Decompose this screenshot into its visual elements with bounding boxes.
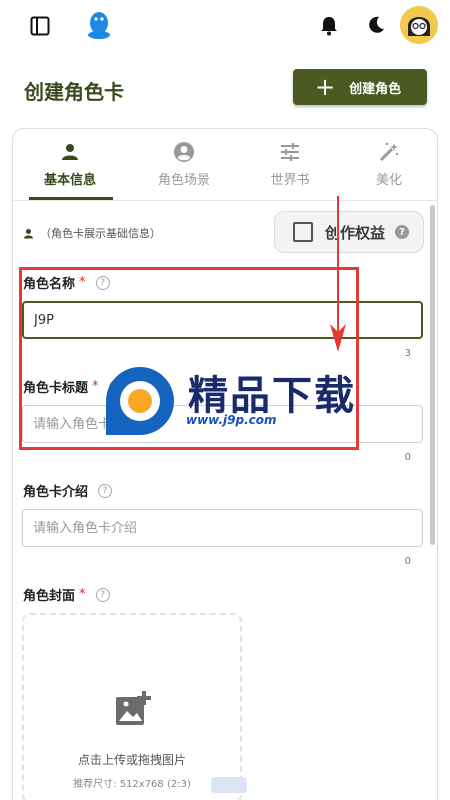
- required-mark: *: [79, 275, 86, 290]
- tab-character-scene[interactable]: 角色场景: [144, 141, 224, 188]
- create-button-label: 创建角色: [349, 81, 402, 97]
- section-hint-text: （角色卡展示基础信息）: [40, 227, 161, 240]
- tab-basic-info[interactable]: 基本信息: [30, 141, 110, 188]
- required-mark: *: [79, 587, 86, 602]
- intro-input[interactable]: [22, 509, 423, 547]
- tune-icon: [281, 143, 299, 161]
- floating-badge[interactable]: [211, 777, 247, 793]
- help-icon[interactable]: ?: [95, 587, 110, 602]
- label-text: 角色卡介绍: [23, 485, 89, 500]
- top-bar: [0, 0, 450, 52]
- checkbox[interactable]: [293, 222, 313, 242]
- name-input[interactable]: [22, 301, 423, 339]
- upload-size-hint: 推荐尺寸: 512x768 (2:3): [73, 779, 191, 790]
- tab-label: 角色场景: [157, 173, 210, 188]
- cover-upload-dropzone[interactable]: 点击上传或拖拽图片 推荐尺寸: 512x768 (2:3): [22, 613, 247, 800]
- required-mark: *: [92, 379, 99, 394]
- name-field-label: 角色名称 * ?: [23, 273, 110, 292]
- section-hint: （角色卡展示基础信息）: [23, 225, 161, 241]
- help-icon[interactable]: ?: [95, 275, 110, 290]
- title-input[interactable]: [22, 405, 423, 443]
- person-icon: [62, 144, 78, 160]
- label-text: 角色封面: [23, 589, 76, 604]
- avatar[interactable]: [400, 6, 438, 44]
- tab-label: 美化: [375, 173, 402, 188]
- title-char-counter: 0: [404, 452, 411, 463]
- intro-field-label: 角色卡介绍 ?: [23, 481, 113, 500]
- tab-bar: 基本信息 角色场景 世界书 美化: [13, 129, 437, 201]
- help-icon[interactable]: ?: [98, 483, 113, 498]
- tab-label: 世界书: [270, 173, 310, 188]
- tab-beautify[interactable]: 美化: [349, 141, 429, 188]
- tab-world-book[interactable]: 世界书: [250, 141, 330, 188]
- creator-rights-toggle[interactable]: 创作权益 ?: [274, 211, 424, 253]
- bell-icon[interactable]: [318, 14, 340, 36]
- account-circle-icon: [174, 142, 194, 162]
- sidebar-toggle-icon[interactable]: [29, 15, 51, 37]
- scrollbar-thumb[interactable]: [430, 205, 435, 545]
- tab-label: 基本信息: [43, 173, 96, 188]
- title-field-label: 角色卡标题 * ?: [23, 377, 123, 396]
- create-character-button[interactable]: + 创建角色: [293, 69, 427, 105]
- help-icon[interactable]: ?: [108, 379, 123, 394]
- plus-icon: +: [315, 73, 336, 101]
- page-title: 创建角色卡: [24, 80, 124, 104]
- label-text: 角色名称: [23, 277, 76, 292]
- character-form-card: 基本信息 角色场景 世界书 美化 （角色卡展示基础信息） 创作权益 ? 角色名称…: [12, 128, 438, 800]
- label-text: 角色卡标题: [23, 381, 89, 396]
- magic-wand-icon: [379, 142, 399, 162]
- add-photo-icon: [116, 691, 151, 725]
- creator-rights-label: 创作权益: [325, 223, 386, 242]
- name-char-counter: 3: [404, 348, 411, 359]
- dark-mode-moon-icon[interactable]: [365, 14, 387, 36]
- help-icon[interactable]: ?: [395, 225, 410, 239]
- scrollbar[interactable]: [430, 205, 435, 675]
- person-small-icon: [24, 228, 33, 238]
- active-tab-indicator: [29, 197, 113, 200]
- upload-instruction: 点击上传或拖拽图片: [77, 753, 186, 767]
- penguin-logo-icon[interactable]: [86, 10, 112, 40]
- cover-field-label: 角色封面 * ?: [23, 585, 110, 604]
- intro-char-counter: 0: [404, 556, 411, 567]
